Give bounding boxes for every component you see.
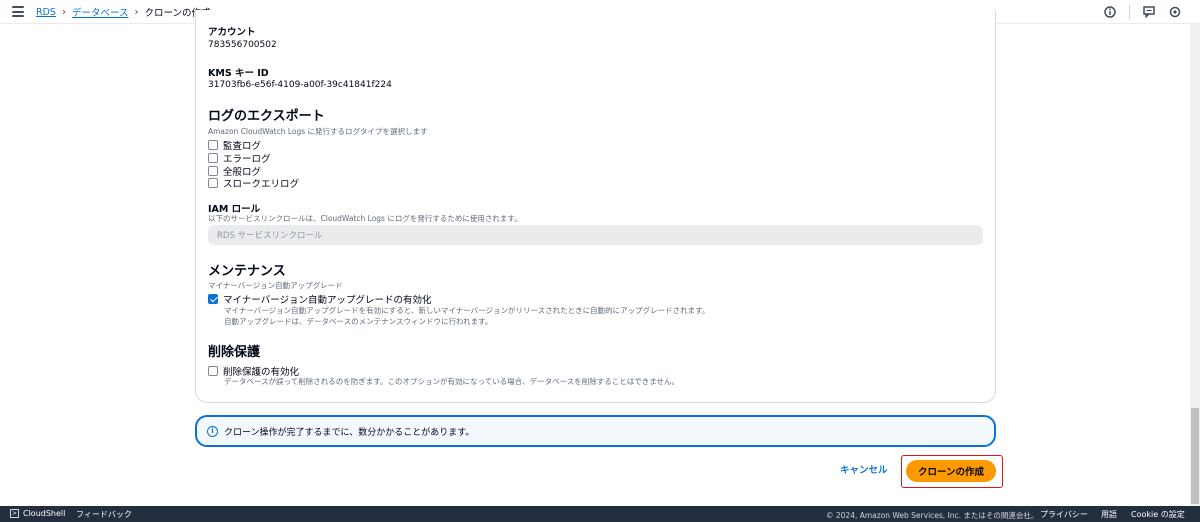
log-option-audit[interactable]: 監査ログ [208,138,261,152]
additional-config-panel: アカウント 783556700502 KMS キー ID 31703fb6-e5… [195,10,996,403]
maintenance-description: マイナーバージョン自動アップグレード [208,281,343,290]
iam-role-description: 以下のサービスリンクロールは、CloudWatch Logs にログを発行するた… [208,214,522,223]
checkbox-label: スロークエリログ [223,179,300,190]
checkbox[interactable] [208,140,218,150]
auto-minor-upgrade-option[interactable]: マイナーバージョン自動アップグレードの有効化 [208,292,432,306]
alert-text: クローン操作が完了するまでに、数分かかることがあります。 [224,427,475,438]
account-label: アカウント [208,27,256,38]
privacy-link[interactable]: プライバシー [1040,509,1088,520]
cloudshell-button[interactable]: > CloudShell [10,509,65,518]
checkbox[interactable] [208,153,218,163]
log-option-error[interactable]: エラーログ [208,151,271,165]
feedback-icon[interactable] [1142,5,1156,19]
settings-icon[interactable] [1168,5,1182,19]
checkbox-label: マイナーバージョン自動アップグレードの有効化 [223,295,432,306]
breadcrumb-rds[interactable]: RDS [36,7,56,18]
footer-bar: > CloudShell フィードバック © 2024, Amazon Web … [0,506,1200,522]
deletion-protection-help: データベースが誤って削除されるのを防ぎます。このオプションが有効になっている場合… [224,377,680,386]
breadcrumb: RDS › データベース › クローンの作成 [36,5,211,20]
checkbox[interactable] [208,178,218,188]
log-export-heading: ログのエクスポート [208,109,325,124]
terminal-icon: > [10,509,19,518]
divider [1129,5,1130,19]
checkbox[interactable] [208,166,218,176]
cookie-settings-link[interactable]: Cookie の設定 [1131,509,1185,520]
auto-upgrade-help-1: マイナーバージョン自動アップグレードを有効にすると、新しいマイナーバージョンがリ… [224,306,710,315]
iam-role-field: RDS サービスリンクロール [208,225,983,245]
copyright-text: © 2024, Amazon Web Services, Inc. またはその関… [826,511,1039,520]
auto-upgrade-help-2: 自動アップグレードは、データベースのメンテナンスウィンドウに行われます。 [224,317,493,326]
log-export-description: Amazon CloudWatch Logs に発行するログタイプを選択します [208,127,428,136]
checkbox-label: 監査ログ [223,141,262,152]
chevron-right-icon: › [134,6,139,18]
scrollbar-thumb[interactable] [1191,408,1199,504]
feedback-link[interactable]: フィードバック [76,509,132,520]
top-icons [1103,5,1182,19]
account-value: 783556700502 [208,40,277,50]
scrollbar[interactable] [1190,24,1200,506]
deletion-protection-heading: 削除保護 [208,345,261,360]
kms-key-value: 31703fb6-e56f-4109-a00f-39c41841f224 [208,80,392,90]
checkbox-label: エラーログ [223,154,271,165]
create-clone-button[interactable]: クローンの作成 [906,460,996,482]
kms-key-label: KMS キー ID [208,68,269,79]
checkbox[interactable] [208,366,218,376]
breadcrumb-databases[interactable]: データベース [72,5,129,19]
chevron-right-icon: › [61,6,66,18]
cancel-button[interactable]: キャンセル [840,462,888,476]
checkbox-checked[interactable] [208,294,218,304]
cloudshell-label: CloudShell [23,509,66,518]
log-option-slowquery[interactable]: スロークエリログ [208,176,299,190]
terms-link[interactable]: 用語 [1101,509,1117,520]
maintenance-heading: メンテナンス [208,264,286,279]
info-icon: i [207,425,218,437]
info-icon[interactable] [1103,5,1117,19]
info-alert: i クローン操作が完了するまでに、数分かかることがあります。 [195,415,996,447]
menu-icon[interactable] [12,6,24,17]
